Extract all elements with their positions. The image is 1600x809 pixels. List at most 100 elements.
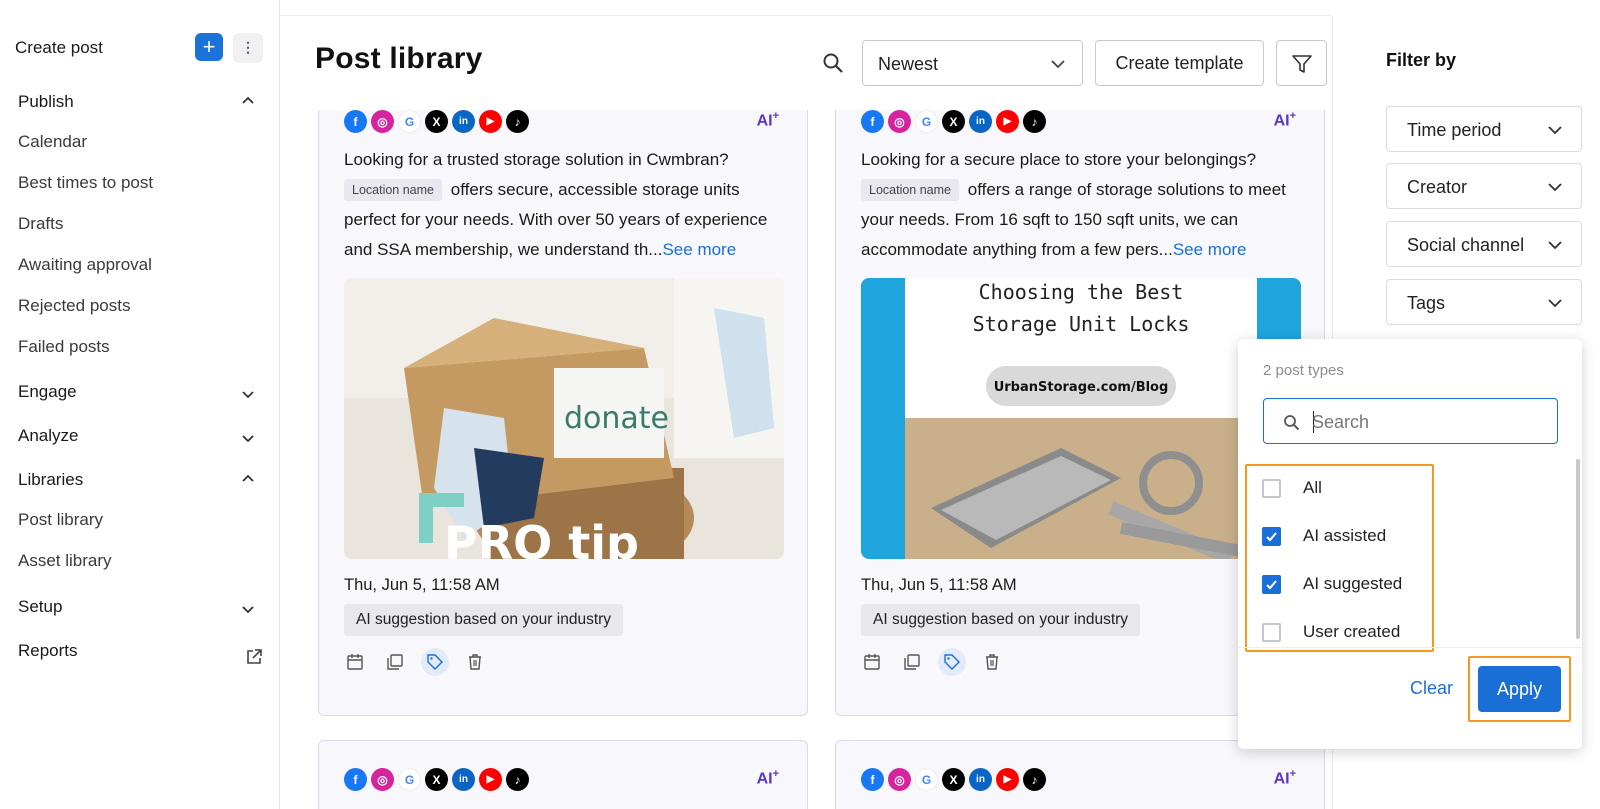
instagram-icon: ◎ bbox=[888, 110, 911, 133]
duplicate-icon[interactable] bbox=[384, 651, 406, 673]
trash-icon[interactable] bbox=[981, 651, 1003, 673]
facebook-icon: f bbox=[344, 768, 367, 791]
post-type-search[interactable] bbox=[1263, 398, 1558, 444]
youtube-icon: ▶ bbox=[479, 110, 502, 133]
post-card[interactable]: f ◎ G X in ▶ ♪ AI+ bbox=[318, 740, 808, 809]
filter-button[interactable] bbox=[1276, 40, 1327, 86]
social-icons: f ◎ G X in ▶ ♪ bbox=[861, 110, 1046, 133]
sidebar-item-awaiting-approval[interactable]: Awaiting approval bbox=[18, 255, 152, 275]
see-more-link[interactable]: See more bbox=[1173, 240, 1247, 259]
sidebar-section-setup[interactable]: Setup bbox=[18, 597, 62, 617]
post-text: Looking for a trusted storage solution i… bbox=[344, 150, 768, 259]
image-title-line-2: Storage Unit Locks bbox=[973, 312, 1190, 336]
tag-icon[interactable] bbox=[421, 648, 449, 676]
chevron-down-icon bbox=[1051, 60, 1065, 69]
time-period-select[interactable]: Time period bbox=[1386, 106, 1582, 152]
card-actions bbox=[344, 648, 486, 676]
youtube-icon: ▶ bbox=[479, 768, 502, 791]
page-title: Post library bbox=[315, 42, 483, 75]
sidebar-section-analyze[interactable]: Analyze bbox=[18, 426, 78, 446]
social-channel-select[interactable]: Social channel bbox=[1386, 221, 1582, 267]
location-chip: Location name bbox=[861, 179, 960, 201]
checkbox-checked[interactable] bbox=[1262, 526, 1281, 546]
chevron-down-icon[interactable] bbox=[240, 601, 256, 617]
checkbox-checked[interactable] bbox=[1262, 574, 1281, 594]
sort-select-value: Newest bbox=[878, 54, 939, 74]
linkedin-icon: in bbox=[969, 768, 992, 791]
chevron-down-icon bbox=[1548, 299, 1562, 308]
image-caption-text: PRO tip bbox=[444, 516, 639, 559]
chevron-down-icon[interactable] bbox=[240, 430, 256, 446]
sidebar-item-asset-library[interactable]: Asset library bbox=[18, 551, 112, 571]
image-url-text: UrbanStorage.com/Blog bbox=[994, 380, 1169, 395]
post-card[interactable]: f ◎ G X in ▶ ♪ AI+ bbox=[835, 740, 1325, 809]
search-input[interactable] bbox=[1312, 409, 1542, 435]
sidebar: Create post + ⋮ Publish Calendar Best ti… bbox=[0, 0, 280, 809]
option-user-created[interactable]: User created bbox=[1262, 620, 1400, 644]
facebook-icon: f bbox=[861, 768, 884, 791]
ai-badge: AI+ bbox=[1273, 768, 1296, 788]
option-label: All bbox=[1303, 478, 1322, 497]
sidebar-item-failed-posts[interactable]: Failed posts bbox=[18, 337, 110, 357]
select-label: Creator bbox=[1407, 177, 1468, 197]
sidebar-item-drafts[interactable]: Drafts bbox=[18, 214, 63, 234]
creator-select[interactable]: Creator bbox=[1386, 163, 1582, 209]
external-link-icon[interactable] bbox=[245, 648, 263, 666]
chevron-down-icon bbox=[1548, 241, 1562, 250]
chevron-down-icon bbox=[1548, 126, 1562, 135]
post-date: Thu, Jun 5, 11:58 AM bbox=[344, 576, 500, 594]
option-all[interactable]: All bbox=[1262, 476, 1322, 500]
scrolled-content-strip bbox=[281, 0, 1331, 16]
calendar-icon[interactable] bbox=[344, 651, 366, 673]
more-options-button[interactable]: ⋮ bbox=[233, 33, 263, 63]
sidebar-item-calendar[interactable]: Calendar bbox=[18, 132, 87, 152]
ai-suggestion-chip: AI suggestion based on your industry bbox=[861, 604, 1141, 636]
ai-suggestion-chip: AI suggestion based on your industry bbox=[344, 604, 624, 636]
google-icon: G bbox=[398, 768, 421, 791]
duplicate-icon[interactable] bbox=[901, 651, 923, 673]
option-label: AI assisted bbox=[1303, 526, 1387, 545]
sidebar-section-libraries[interactable]: Libraries bbox=[18, 470, 83, 490]
google-icon: G bbox=[398, 110, 421, 133]
ai-badge: AI+ bbox=[756, 110, 779, 130]
scrollbar[interactable] bbox=[1576, 459, 1580, 639]
post-date: Thu, Jun 5, 11:58 AM bbox=[861, 576, 1017, 594]
option-label: AI suggested bbox=[1303, 574, 1403, 593]
sort-select[interactable]: Newest bbox=[862, 40, 1083, 86]
chevron-down-icon[interactable] bbox=[240, 386, 256, 402]
google-icon: G bbox=[915, 110, 938, 133]
select-label: Social channel bbox=[1407, 235, 1525, 255]
sidebar-item-best-times[interactable]: Best times to post bbox=[18, 173, 153, 193]
create-post-button[interactable]: + bbox=[195, 33, 223, 61]
create-post-label[interactable]: Create post bbox=[15, 38, 103, 58]
sidebar-item-post-library[interactable]: Post library bbox=[18, 510, 103, 530]
tag-icon[interactable] bbox=[938, 648, 966, 676]
trash-icon[interactable] bbox=[464, 651, 486, 673]
calendar-icon[interactable] bbox=[861, 651, 883, 673]
sidebar-section-publish[interactable]: Publish bbox=[18, 92, 74, 112]
x-icon: X bbox=[425, 110, 448, 133]
checkbox[interactable] bbox=[1262, 622, 1281, 642]
sidebar-section-engage[interactable]: Engage bbox=[18, 382, 77, 402]
facebook-icon: f bbox=[344, 110, 367, 133]
post-image[interactable]: donate PRO tip bbox=[344, 278, 784, 559]
create-template-button[interactable]: Create template bbox=[1095, 40, 1264, 86]
select-label: Tags bbox=[1407, 293, 1446, 313]
sidebar-section-reports[interactable]: Reports bbox=[18, 641, 78, 661]
sidebar-item-rejected-posts[interactable]: Rejected posts bbox=[18, 296, 130, 316]
post-type-dropdown: 2 post types All AI assisted AI suggeste… bbox=[1238, 339, 1582, 749]
instagram-icon: ◎ bbox=[888, 768, 911, 791]
tags-select[interactable]: Tags bbox=[1386, 279, 1582, 325]
clear-button[interactable]: Clear bbox=[1410, 678, 1453, 699]
search-icon[interactable] bbox=[822, 52, 844, 74]
option-ai-suggested[interactable]: AI suggested bbox=[1262, 572, 1402, 596]
checkbox[interactable] bbox=[1262, 478, 1281, 498]
option-ai-assisted[interactable]: AI assisted bbox=[1262, 524, 1386, 548]
post-card[interactable]: f ◎ G X in ▶ ♪ AI+ Looking for a trusted… bbox=[318, 110, 808, 716]
apply-button[interactable]: Apply bbox=[1478, 666, 1561, 712]
chevron-up-icon[interactable] bbox=[240, 93, 256, 109]
post-image[interactable]: Choosing the Best Storage Unit Locks Urb… bbox=[861, 278, 1301, 559]
chevron-up-icon[interactable] bbox=[240, 471, 256, 487]
filter-panel-title: Filter by bbox=[1386, 50, 1457, 70]
see-more-link[interactable]: See more bbox=[662, 240, 736, 259]
